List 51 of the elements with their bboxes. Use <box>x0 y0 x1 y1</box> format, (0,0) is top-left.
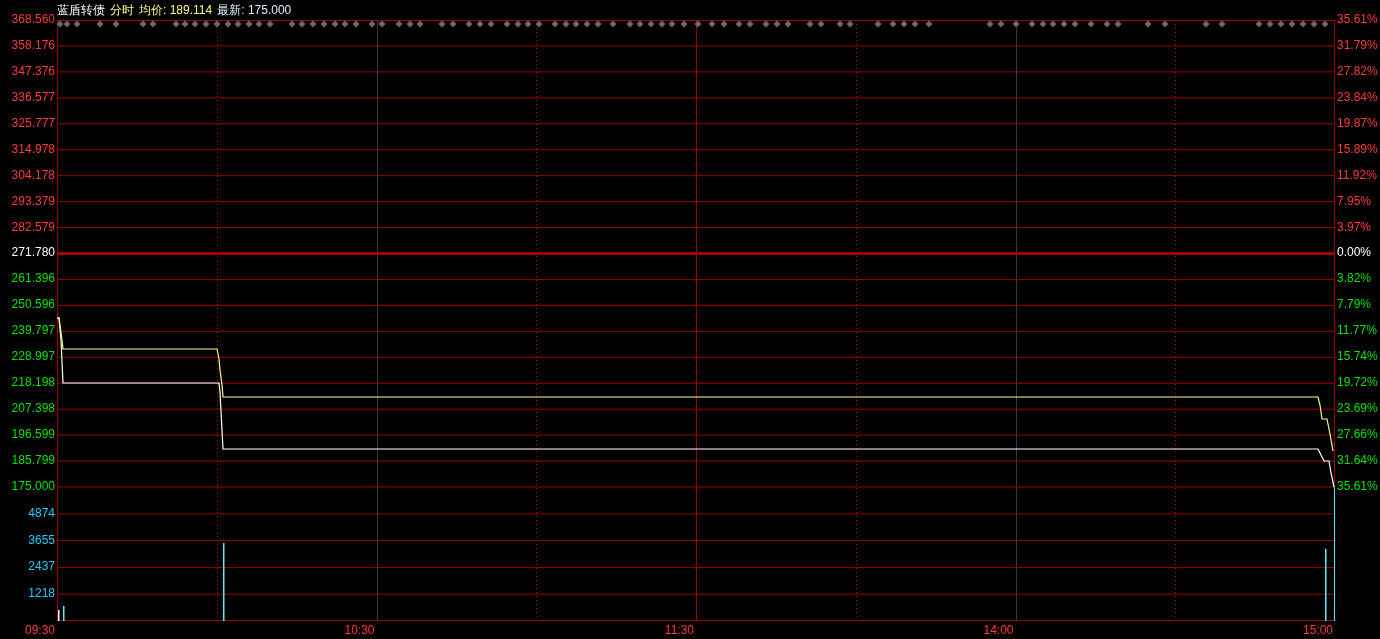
percent-axis-label: 35.61% <box>1336 11 1379 28</box>
percent-axis-label: 23.84% <box>1336 88 1379 106</box>
volume-axis-label: 4874 <box>27 504 56 522</box>
time-axis-label: 15:00 <box>1301 622 1334 639</box>
price-axis-label: 239.797 <box>10 322 56 340</box>
time-axis-label: 11:30 <box>663 622 695 639</box>
percent-axis-label: 3.97% <box>1336 218 1373 236</box>
percent-axis-label: 31.79% <box>1336 36 1379 54</box>
price-axis-label: 261.396 <box>10 270 56 288</box>
time-axis-label: 09:30 <box>23 622 56 639</box>
percent-axis-label: 27.82% <box>1336 62 1379 80</box>
price-axis-label: 228.997 <box>10 348 56 366</box>
price-axis-label: 175.000 <box>10 477 56 495</box>
price-axis-label: 271.780 <box>10 244 56 262</box>
percent-axis-label: 19.87% <box>1336 114 1379 132</box>
price-axis-label: 250.596 <box>10 296 56 314</box>
chart-mode: 分时 <box>110 1 134 19</box>
price-axis-label: 282.579 <box>10 218 56 236</box>
percent-axis-label: 3.82% <box>1336 270 1373 288</box>
price-axis-label: 218.198 <box>10 374 56 392</box>
price-axis-label: 207.398 <box>10 400 56 418</box>
volume-axis-label: 3655 <box>27 531 56 549</box>
price-axis-label: 325.777 <box>10 114 56 132</box>
percent-axis-label: 15.74% <box>1336 348 1379 366</box>
price-axis-label: 196.599 <box>10 426 56 443</box>
price-axis-label: 304.178 <box>10 166 56 184</box>
price-axis-label: 314.978 <box>10 140 56 158</box>
price-axis-label: 347.376 <box>10 62 56 80</box>
percent-axis-label: 7.79% <box>1336 296 1373 314</box>
percent-axis-label: 15.89% <box>1336 140 1379 158</box>
percent-axis-label: 27.66% <box>1336 426 1379 443</box>
percent-axis-label: 7.95% <box>1336 192 1373 210</box>
average-price: 均价: 189.114 <box>139 1 213 19</box>
percent-axis-label: 11.77% <box>1336 322 1378 340</box>
price-axis-label: 358.176 <box>10 36 56 54</box>
price-axis-label: 185.799 <box>10 451 56 469</box>
volume-axis-label: 2437 <box>27 558 56 576</box>
price-axis-label: 336.577 <box>10 88 56 106</box>
percent-axis-label: 23.69% <box>1336 400 1379 418</box>
time-axis-label: 10:30 <box>343 622 376 639</box>
time-axis-label: 14:00 <box>982 622 1015 639</box>
percent-axis-label: 19.72% <box>1336 374 1379 392</box>
price-axis-label: 368.560 <box>10 11 56 28</box>
percent-axis-label: 0.00% <box>1336 244 1373 262</box>
percent-axis-label: 31.64% <box>1336 451 1379 469</box>
percent-axis-label: 11.92% <box>1336 166 1378 184</box>
volume-axis-label: 1218 <box>27 585 56 603</box>
security-name: 蓝盾转债 <box>57 1 105 19</box>
latest-price: 最新: 175.000 <box>217 1 292 19</box>
price-axis-label: 293.379 <box>10 192 56 210</box>
percent-axis-label: 35.61% <box>1336 477 1379 495</box>
